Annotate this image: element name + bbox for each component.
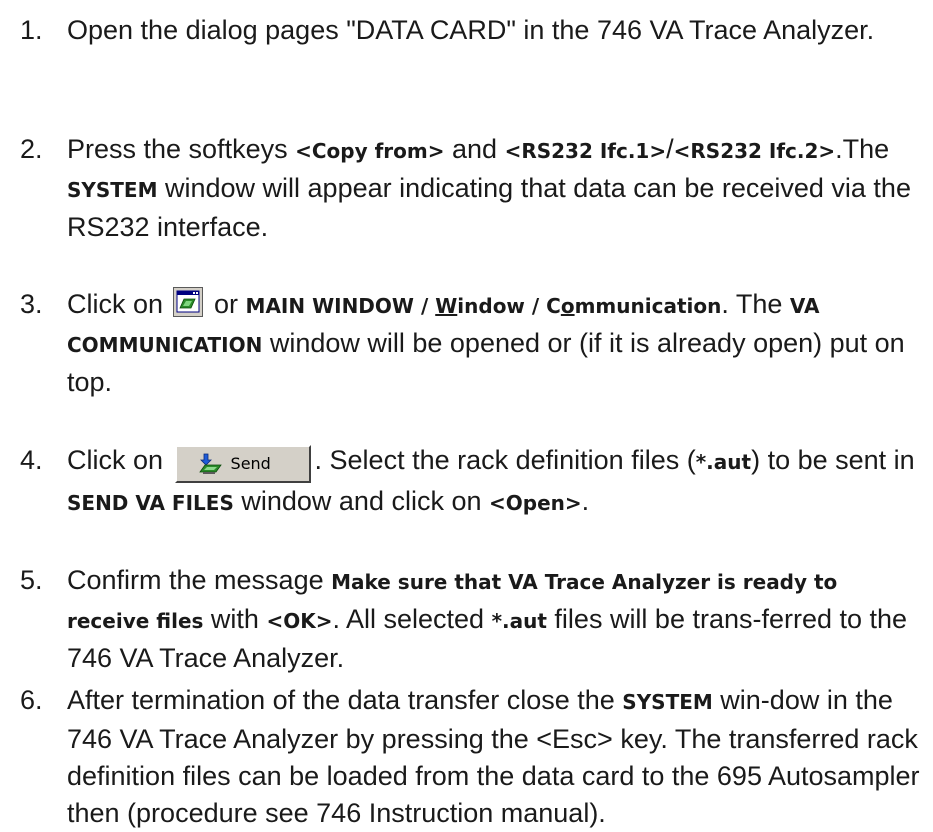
menu-communication-part: mmunication xyxy=(574,294,722,318)
window-name-system: SYSTEM xyxy=(622,690,713,714)
text-segment: . Select the rack definition files ( xyxy=(314,445,696,475)
text-segment: Click on xyxy=(67,289,171,319)
text-segment: . The xyxy=(721,289,790,319)
window-name-send-va-files: SEND VA FILES xyxy=(67,491,234,515)
text-segment: . All selected xyxy=(332,604,492,634)
step-number: 1. xyxy=(20,15,43,45)
text-segment: . xyxy=(581,486,590,516)
text-segment: Click on xyxy=(67,445,171,475)
instruction-document: 1. Open the dialog pages "DATA CARD" in … xyxy=(0,0,933,828)
send-icon xyxy=(198,453,222,474)
list-item-step-3: 3. Click on or MAIN WINDOW / Window / Co… xyxy=(20,286,920,401)
file-pattern: *.aut xyxy=(491,609,547,633)
text-segment: Open the dialog pages "DATA CARD" in the… xyxy=(67,15,875,45)
step-text: Click on Send . Select the rack definitio… xyxy=(67,442,920,522)
key-open: <Open> xyxy=(489,491,582,515)
text-segment: / xyxy=(666,134,674,164)
file-pattern: *.aut xyxy=(695,450,752,474)
menu-mnemonic-o: o xyxy=(560,294,575,318)
menu-mnemonic-w: W xyxy=(435,294,458,318)
step-number: 3. xyxy=(20,289,43,319)
menu-path: MAIN WINDOW / Window / Communication xyxy=(246,294,722,318)
step-text: Confirm the message Make sure that VA Tr… xyxy=(67,562,920,677)
key-ok: <OK> xyxy=(266,609,333,633)
softkey-rs232-ifc2: <RS232 Ifc.2> xyxy=(673,139,836,163)
step-number: 4. xyxy=(20,445,43,475)
text-segment: .The xyxy=(835,134,890,164)
list-item-step-6: 6. After termination of the data transfe… xyxy=(20,682,920,832)
list-item-step-2: 2. Press the softkeys <Copy from> and <R… xyxy=(20,131,920,246)
window-name-system: SYSTEM xyxy=(67,178,158,202)
text-segment: ) to be sent in xyxy=(751,445,915,475)
communication-window-icon[interactable] xyxy=(172,287,203,317)
text-segment: and xyxy=(444,134,505,164)
text-segment: Confirm the message xyxy=(67,565,332,595)
softkey-copy-from: <Copy from> xyxy=(295,139,445,163)
text-segment: window will appear indicating that data … xyxy=(67,173,911,242)
text-segment: or xyxy=(206,289,246,319)
step-text: Press the softkeys <Copy from> and <RS23… xyxy=(67,131,920,246)
menu-main-window: MAIN WINDOW / xyxy=(245,294,436,318)
menu-window-part: indow / C xyxy=(457,294,561,318)
softkey-rs232-ifc1: <RS232 Ifc.1> xyxy=(504,139,667,163)
list-item-step-1: 1. Open the dialog pages "DATA CARD" in … xyxy=(20,12,920,49)
step-number: 2. xyxy=(20,134,43,164)
text-segment: Press the softkeys xyxy=(67,134,296,164)
text-segment: with xyxy=(203,604,267,634)
step-text: Click on or MAIN WINDOW / Window / Commu… xyxy=(67,286,920,401)
send-button[interactable]: Send xyxy=(174,445,311,483)
step-number: 6. xyxy=(20,685,43,715)
list-item-step-5: 5. Confirm the message Make sure that VA… xyxy=(20,562,920,677)
step-text: Open the dialog pages "DATA CARD" in the… xyxy=(67,12,920,49)
text-segment: After termination of the data transfer c… xyxy=(67,685,623,715)
send-button-label: Send xyxy=(230,454,271,473)
list-item-step-4: 4. Click on Send . Select the rack defini… xyxy=(20,442,920,522)
text-segment: window and click on xyxy=(233,486,489,516)
step-text: After termination of the data transfer c… xyxy=(67,682,920,832)
step-number: 5. xyxy=(20,565,43,595)
